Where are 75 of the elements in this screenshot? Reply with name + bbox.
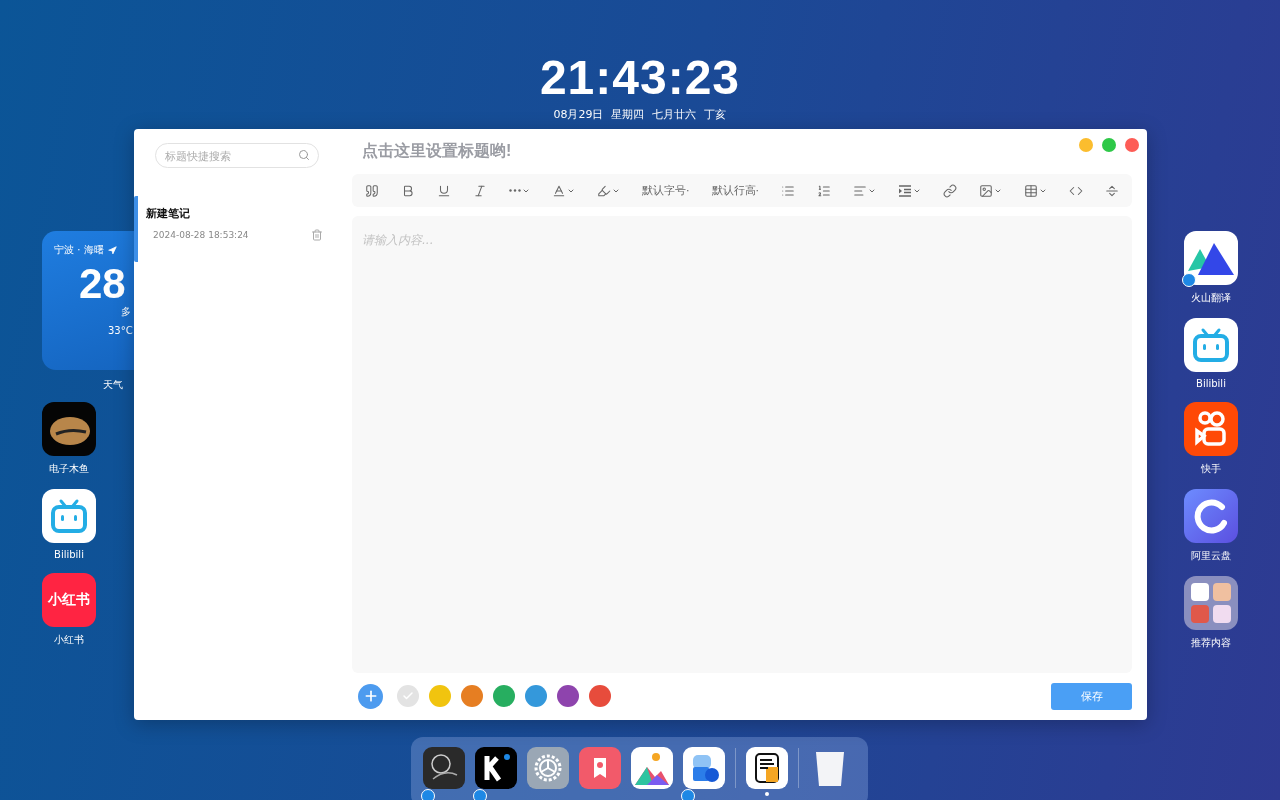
app-label: 火山翻译	[1191, 291, 1231, 305]
link-badge-icon	[473, 789, 487, 800]
highlighter-icon	[597, 183, 611, 198]
date-text: 星期四	[611, 107, 645, 122]
numbered-list-icon	[817, 183, 831, 198]
gear-icon[interactable]	[527, 747, 569, 789]
color-swatch[interactable]	[589, 685, 611, 707]
window-control[interactable]	[1102, 138, 1116, 152]
note-title: 新建笔记	[146, 206, 191, 221]
delete-icon[interactable]	[311, 229, 323, 241]
add-button[interactable]	[358, 683, 383, 709]
color-swatch[interactable]	[493, 685, 515, 707]
notepad-icon[interactable]	[746, 747, 788, 789]
bookmark-icon[interactable]	[579, 747, 621, 789]
date-text: 08月29日	[553, 107, 604, 122]
tv-icon[interactable]	[42, 489, 96, 543]
temperature-text: 28	[79, 263, 127, 305]
clock-time: 21:43:23	[539, 50, 741, 105]
folder-icon[interactable]	[1184, 576, 1238, 630]
search-icon	[298, 149, 310, 161]
sketch-icon[interactable]	[423, 747, 465, 789]
window-control[interactable]	[1125, 138, 1139, 152]
color-swatch[interactable]	[397, 685, 419, 707]
gallery-icon[interactable]	[631, 747, 673, 789]
bold-icon	[401, 183, 415, 198]
date-text: 丁亥	[704, 107, 727, 122]
date-text: 七月廿六	[652, 107, 697, 122]
table-icon	[1024, 183, 1038, 198]
underline-icon	[437, 183, 451, 198]
wooden-fish-icon[interactable]	[42, 402, 96, 456]
link-icon	[943, 183, 957, 198]
link-badge-icon	[421, 789, 435, 800]
app-label: Bilibili	[1196, 378, 1226, 389]
note-time: 2024-08-28 18:53:24	[153, 230, 249, 240]
app-label: Bilibili	[54, 549, 84, 560]
search-field[interactable]: 标题快捷搜索	[155, 143, 319, 168]
app-label: 电子木鱼	[49, 462, 89, 476]
app-label: 推荐内容	[1191, 636, 1231, 650]
condition-text: 多	[121, 305, 132, 319]
location-arrow-icon	[107, 245, 117, 255]
font-color-icon	[552, 183, 566, 198]
bullet-list-icon	[781, 183, 795, 198]
indent-icon	[898, 183, 912, 198]
color-swatch[interactable]	[557, 685, 579, 707]
app-label: 快手	[1201, 462, 1221, 476]
location-text: 宁波 · 海曙	[54, 243, 104, 257]
quote-icon	[365, 183, 379, 198]
divider-icon	[1105, 183, 1119, 198]
blocks-icon[interactable]	[683, 747, 725, 789]
weather-widget[interactable]: 宁波 · 海曙 28 多 33°C	[42, 231, 134, 370]
align-left-icon	[853, 183, 867, 198]
color-swatch[interactable]	[461, 685, 483, 707]
camera-icon[interactable]	[1184, 402, 1238, 456]
app-icon[interactable]: 小红书	[42, 573, 96, 627]
translate-icon[interactable]	[1184, 231, 1238, 285]
tv-icon[interactable]	[1184, 318, 1238, 372]
color-swatch[interactable]	[525, 685, 547, 707]
italic-icon	[473, 183, 487, 198]
app-label: 小红书	[54, 633, 84, 647]
temperature-range: 33°C	[108, 325, 134, 336]
running-dot-icon	[765, 792, 769, 796]
note-item[interactable]: 新建笔记 2024-08-28 18:53:24	[134, 196, 335, 262]
toolbar-dropdown[interactable]: 默认字号·	[639, 181, 693, 200]
check-icon	[402, 690, 414, 702]
toolbar-button[interactable]	[940, 181, 960, 200]
k-logo-icon[interactable]	[475, 747, 517, 789]
app-label: 阿里云盘	[1191, 549, 1231, 563]
link-badge-icon	[681, 789, 695, 800]
toolbar-dropdown[interactable]: 默认行高·	[708, 181, 762, 200]
image-icon	[979, 183, 993, 198]
color-swatch[interactable]	[429, 685, 451, 707]
ellipsis-icon	[509, 189, 521, 192]
app-label: 天气	[103, 378, 123, 392]
link-badge-icon	[1182, 273, 1196, 287]
ring-icon[interactable]	[1184, 489, 1238, 543]
